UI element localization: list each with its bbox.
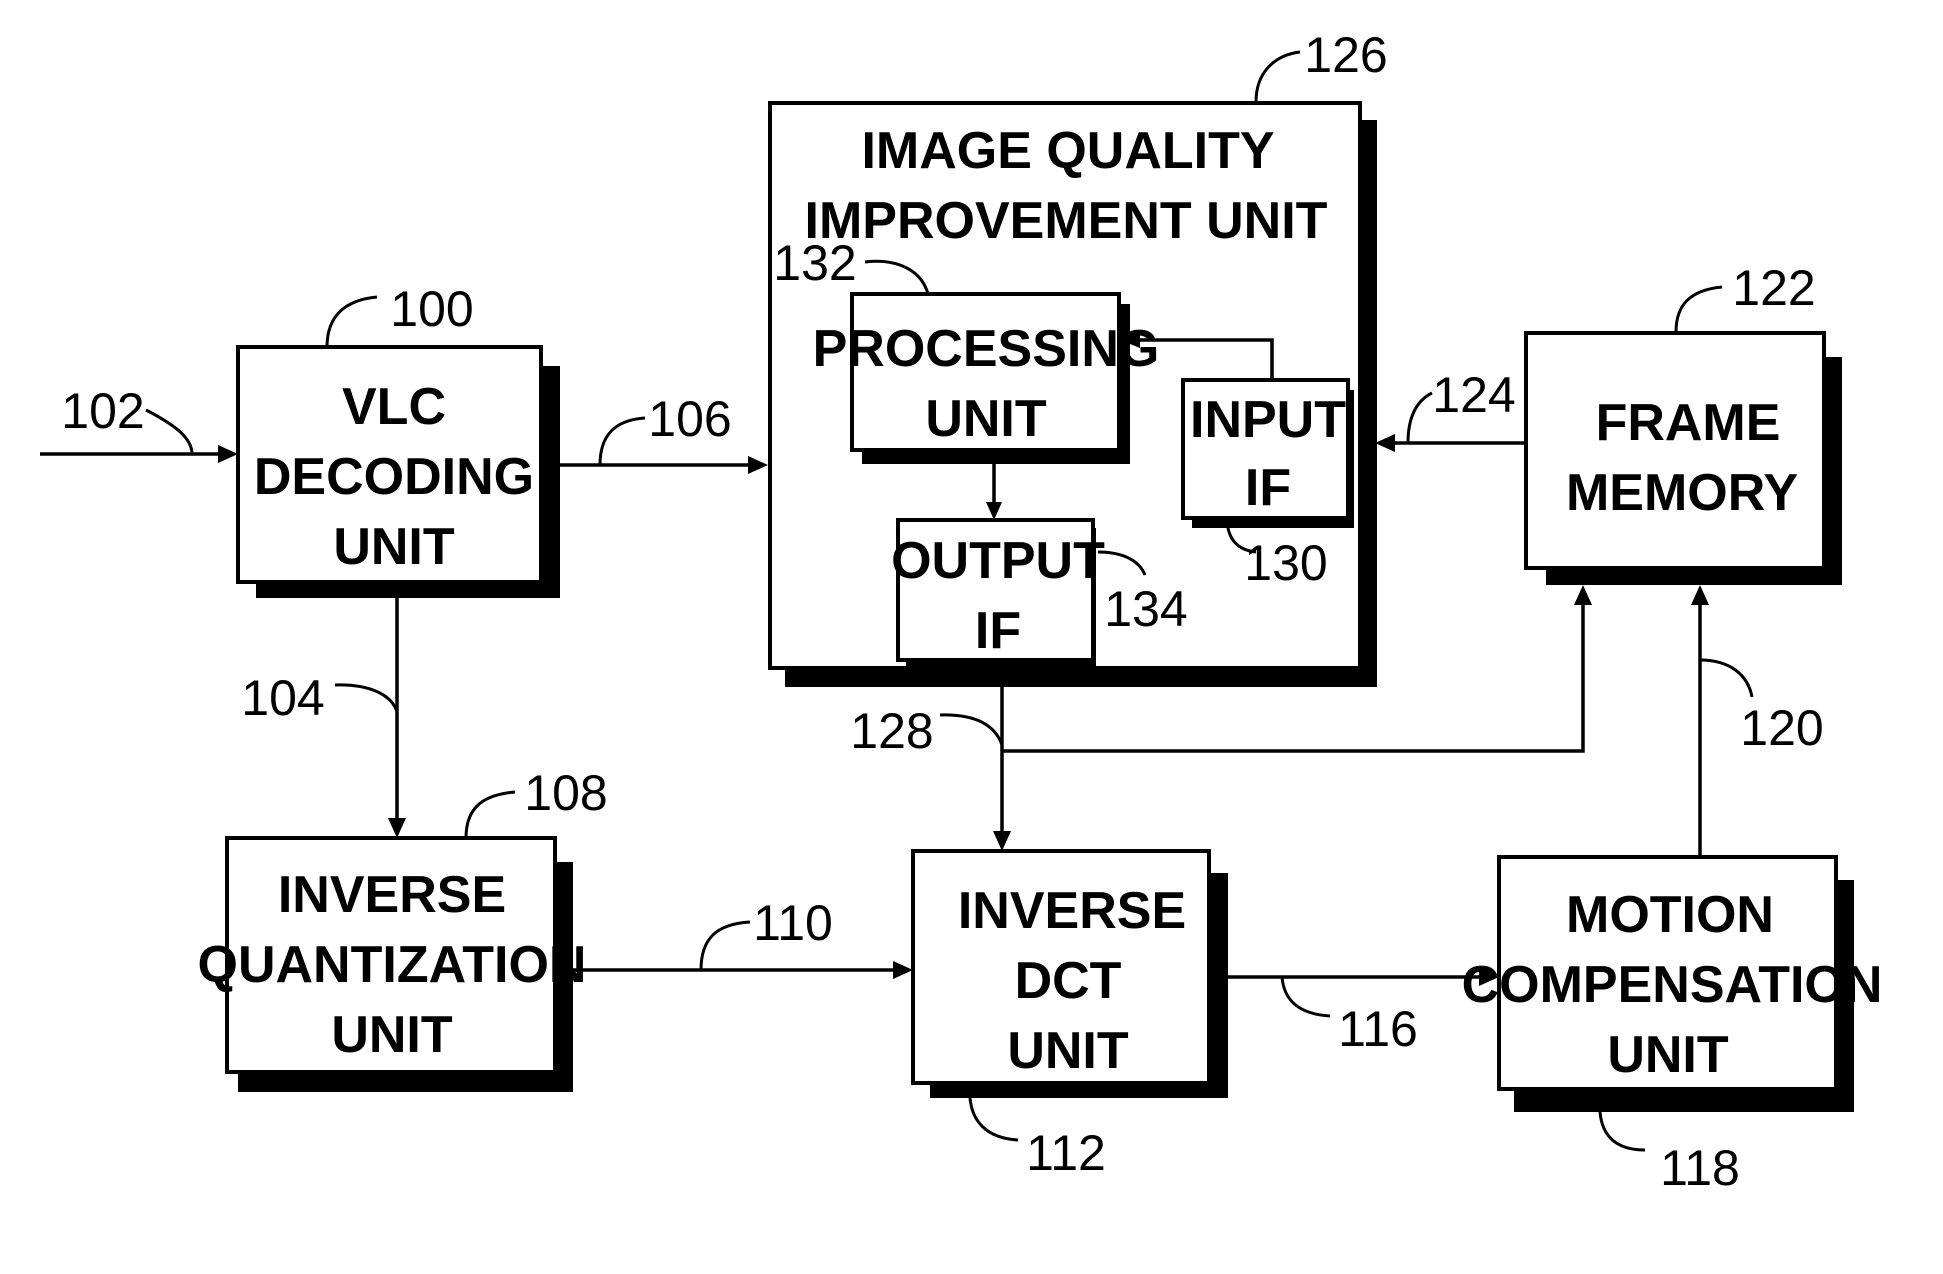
signal-124-arrowhead	[1375, 434, 1395, 452]
frame-memory: FRAME MEMORY 122	[1524, 260, 1842, 585]
vlc-decoding-unit: VLC DECODING UNIT 100	[236, 281, 560, 598]
input-if-label-line2: IF	[1245, 459, 1291, 517]
ref-112-leader	[968, 1097, 1019, 1142]
ref-118-leader	[1598, 1111, 1646, 1152]
ref-108-leader	[464, 790, 516, 839]
signal-124: 124	[1375, 367, 1526, 452]
ref-100-leader	[325, 295, 378, 348]
ref-116-leader	[1280, 976, 1331, 1018]
ref-120: 120	[1740, 700, 1823, 756]
frame-memory-label-line1: FRAME	[1596, 394, 1781, 452]
signal-104-arrowhead	[388, 818, 406, 838]
iq-unit-label-line1: IMAGE QUALITY	[861, 122, 1274, 180]
ref-110-leader	[699, 920, 751, 971]
vlc-label-line2: DECODING	[254, 448, 534, 506]
inverse-dct-unit: INVERSE DCT UNIT 112	[911, 849, 1228, 1181]
ref-130: 130	[1244, 535, 1327, 591]
output-if-label-line1: OUTPUT	[891, 532, 1105, 590]
signal-102-arrowhead	[218, 445, 238, 463]
signal-106: 106	[560, 391, 768, 474]
ref-108: 108	[524, 765, 607, 821]
processing-unit-label-line2: UNIT	[925, 390, 1047, 448]
ref-104: 104	[241, 670, 324, 726]
ref-106: 106	[648, 391, 731, 447]
inv-dct-label-line1: INVERSE	[958, 882, 1186, 940]
ref-124-leader	[1406, 391, 1433, 444]
processing-unit-label-line1: PROCESSING	[813, 320, 1160, 378]
output-if-label-line2: IF	[975, 602, 1021, 660]
ref-100: 100	[390, 281, 473, 337]
signal-120: 120	[1691, 585, 1824, 857]
ref-118: 118	[1660, 1140, 1740, 1196]
vlc-label-line1: VLC	[342, 378, 446, 436]
ref-134: 134	[1104, 581, 1187, 637]
inv-quant-label-line1: INVERSE	[278, 866, 506, 924]
block-diagram: IMAGE QUALITY IMPROVEMENT UNIT 126 PROCE…	[40, 27, 1883, 1196]
signal-104: 104	[241, 598, 406, 838]
inv-dct-label-line3: UNIT	[1007, 1022, 1129, 1080]
ref-112: 112	[1026, 1125, 1106, 1181]
signal-110: 110	[573, 895, 913, 979]
signal-106-arrowhead	[748, 456, 768, 474]
ref-116: 116	[1338, 1001, 1418, 1057]
inverse-quantization-unit: INVERSE QUANTIZATION UNIT 108	[198, 765, 608, 1092]
ref-102: 102	[61, 383, 144, 439]
ref-132: 132	[773, 235, 856, 291]
ref-110: 110	[753, 895, 833, 951]
ref-122-leader	[1674, 285, 1723, 333]
signal-116: 116	[1228, 968, 1499, 1057]
motion-comp-label-line1: MOTION	[1566, 886, 1774, 944]
iq-unit-label-line2: IMPROVEMENT UNIT	[805, 192, 1328, 250]
signal-128-arrowhead-invdct	[993, 831, 1011, 851]
ref-126: 126	[1304, 27, 1387, 83]
motion-comp-label-line2: COMPENSATION	[1462, 956, 1883, 1014]
ref-122: 122	[1732, 260, 1815, 316]
ref-128-leader	[939, 713, 1004, 746]
ref-128: 128	[850, 703, 933, 759]
input-if-label-line1: INPUT	[1190, 391, 1346, 449]
ref-104-leader	[334, 683, 399, 713]
ref-102-leader	[145, 408, 194, 455]
inv-quant-label-line3: UNIT	[331, 1006, 453, 1064]
signal-102: 102	[40, 383, 238, 463]
inv-dct-label-line2: DCT	[1015, 952, 1122, 1010]
motion-compensation-unit: MOTION COMPENSATION UNIT 118	[1462, 855, 1883, 1196]
ref-126-leader	[1254, 50, 1301, 103]
signal-110-arrowhead	[893, 961, 913, 979]
ref-120-leader	[1699, 658, 1754, 698]
inv-quant-label-line2: QUANTIZATION	[198, 936, 587, 994]
motion-comp-label-line3: UNIT	[1607, 1026, 1729, 1084]
signal-120-arrowhead	[1691, 585, 1709, 605]
ref-124: 124	[1432, 367, 1515, 423]
frame-memory-label-line2: MEMORY	[1566, 464, 1798, 522]
signal-128-arrowhead-framememory	[1574, 585, 1592, 605]
ref-106-leader	[598, 416, 646, 466]
vlc-label-line3: UNIT	[333, 518, 455, 576]
